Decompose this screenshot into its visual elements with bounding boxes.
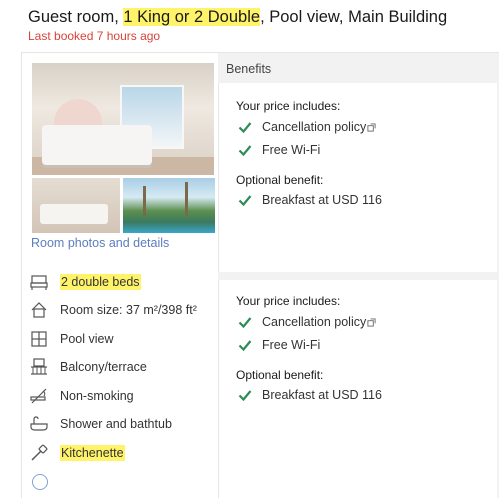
kitchenette-icon [30, 444, 48, 462]
balcony-icon [30, 358, 48, 376]
benefit-free-wifi: Free Wi-Fi [238, 338, 320, 352]
benefit-label: Breakfast at USD 116 [262, 388, 382, 402]
last-booked-text: Last booked 7 hours ago [28, 29, 161, 43]
room-photo-main[interactable] [32, 63, 214, 175]
check-icon [238, 122, 252, 134]
amenity-label: Room size: 37 m²/398 ft² [60, 303, 197, 317]
check-icon [238, 340, 252, 352]
photo-thumb-bed [40, 204, 108, 224]
room-photo-thumb-beds[interactable] [32, 178, 120, 233]
benefits-header-label: Benefits [226, 62, 272, 76]
amenity-bathroom: Shower and bathtub [30, 415, 172, 433]
amenity-label: Shower and bathtub [60, 417, 172, 431]
room-title-suffix: , Pool view, Main Building [260, 8, 448, 26]
amenity-kitchenette: Kitchenette [30, 444, 125, 462]
bed-icon [30, 273, 48, 291]
external-link-icon[interactable] [367, 122, 376, 132]
no-smoking-icon [30, 387, 48, 405]
check-icon [238, 390, 252, 402]
check-icon [238, 145, 252, 157]
amenity-beds: 2 double beds [30, 273, 141, 291]
optional-breakfast[interactable]: Breakfast at USD 116 [238, 388, 382, 402]
amenity-non-smoking: Non-smoking [30, 387, 134, 405]
price-includes-heading: Your price includes: [236, 99, 341, 113]
rate-option-divider [218, 272, 499, 280]
benefit-free-wifi: Free Wi-Fi [238, 143, 320, 157]
amenity-partial-icon [32, 474, 48, 490]
amenity-label: Pool view [60, 332, 114, 346]
room-title-prefix: Guest room, [28, 8, 124, 26]
amenity-label: Balcony/terrace [60, 360, 147, 374]
external-link-icon[interactable] [367, 317, 376, 327]
amenity-label: Kitchenette [60, 445, 125, 461]
amenity-label: 2 double beds [60, 274, 141, 290]
optional-benefit-heading: Optional benefit: [236, 368, 324, 382]
benefit-cancellation-policy[interactable]: Cancellation policy [238, 315, 376, 329]
benefits-left-border [218, 83, 219, 498]
benefits-header: Benefits [218, 53, 499, 83]
window-icon [30, 330, 48, 348]
room-photo-thumb-pool[interactable] [123, 178, 215, 233]
room-title: Guest room, 1 King or 2 Double, Pool vie… [28, 8, 447, 27]
check-icon [238, 195, 252, 207]
amenity-view: Pool view [30, 330, 114, 348]
room-photos-link[interactable]: Room photos and details [31, 236, 169, 250]
benefits-right-border [497, 83, 499, 498]
bathtub-icon [30, 415, 48, 433]
optional-breakfast[interactable]: Breakfast at USD 116 [238, 193, 382, 207]
benefit-label: Breakfast at USD 116 [262, 193, 382, 207]
price-includes-heading: Your price includes: [236, 294, 341, 308]
benefit-label: Free Wi-Fi [262, 338, 321, 352]
amenity-balcony: Balcony/terrace [30, 358, 147, 376]
house-icon [30, 301, 48, 319]
amenity-room-size: Room size: 37 m²/398 ft² [30, 301, 197, 319]
benefit-label: Cancellation policy [262, 120, 367, 134]
benefit-cancellation-policy[interactable]: Cancellation policy [238, 120, 376, 134]
benefit-label: Free Wi-Fi [262, 143, 321, 157]
photo-bed [42, 125, 152, 165]
room-title-bed-highlight: 1 King or 2 Double [123, 8, 261, 26]
amenity-label: Non-smoking [60, 389, 134, 403]
photo-palm [143, 186, 146, 216]
optional-benefit-heading: Optional benefit: [236, 173, 324, 187]
benefit-label: Cancellation policy [262, 315, 367, 329]
photo-palm [185, 182, 188, 216]
check-icon [238, 317, 252, 329]
